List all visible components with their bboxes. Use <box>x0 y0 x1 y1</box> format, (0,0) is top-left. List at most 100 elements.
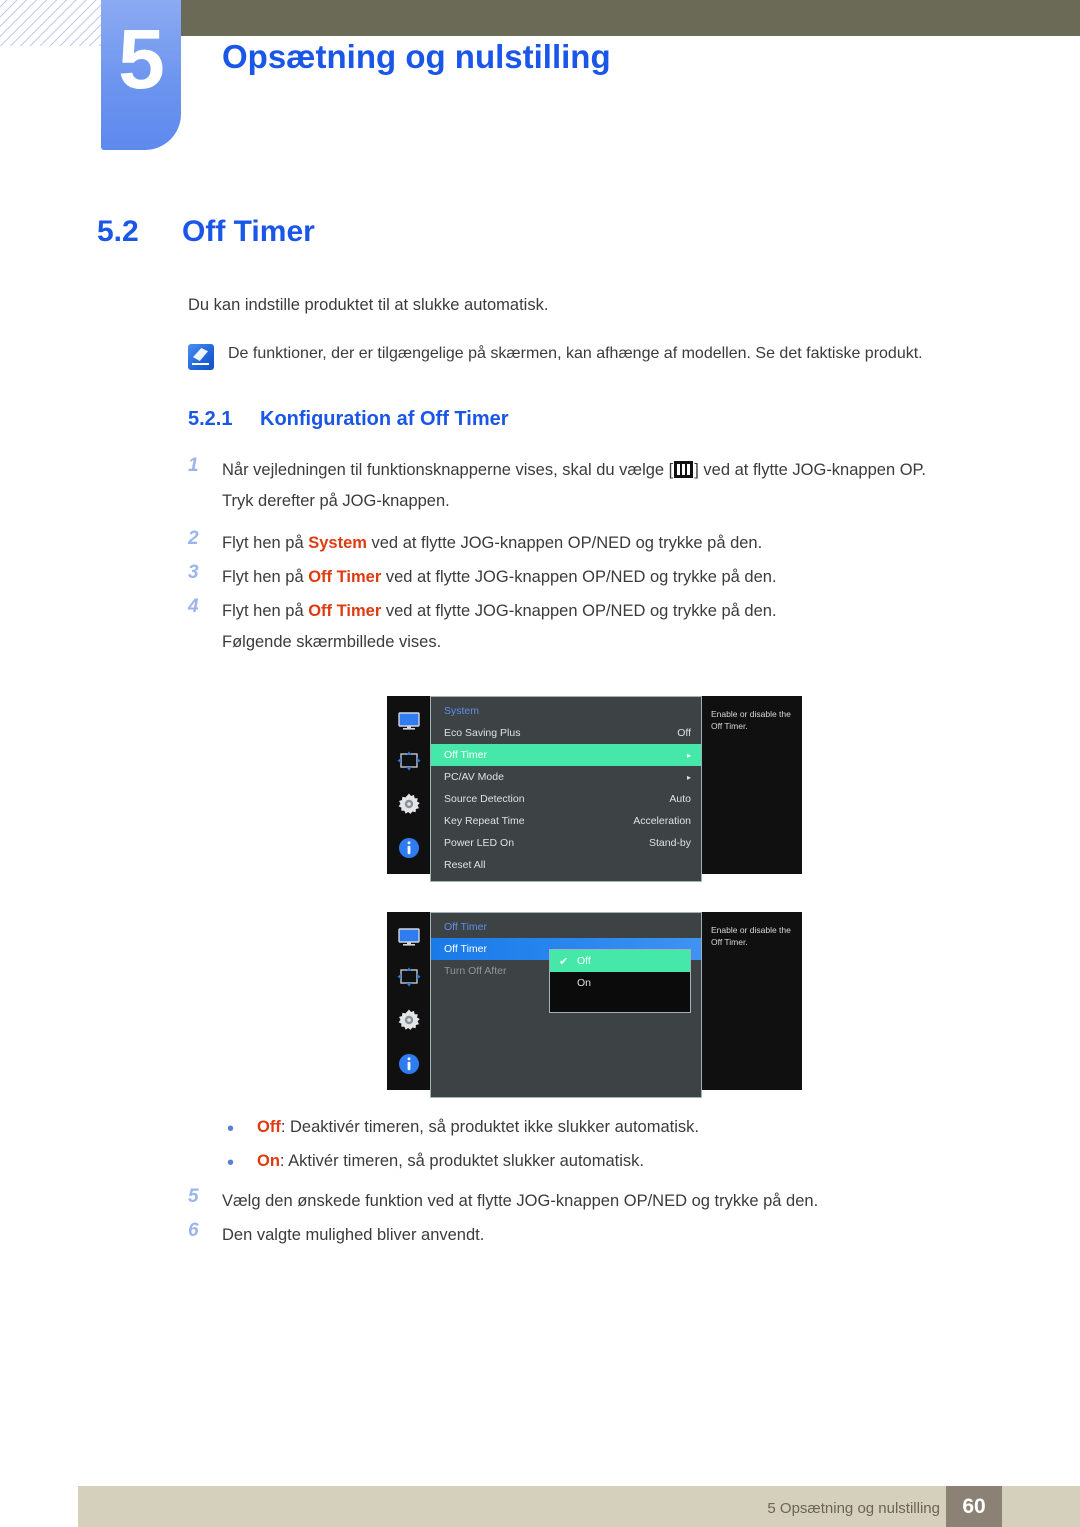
osd-help-panel: Enable or disable the Off Timer. <box>702 696 802 874</box>
osd-row-power-led-on[interactable]: Power LED On Stand-by <box>431 832 701 854</box>
step-text-part-b: ] ved at flytte JOG-knappen OP. <box>694 461 926 479</box>
step-item-2: 2 Flyt hen på System ved at flytte JOG-k… <box>188 528 1008 559</box>
step-text-part-a: Når vejledningen til funktionsknapperne … <box>222 461 674 479</box>
step-keyword: Off Timer <box>308 602 382 620</box>
osd-menu-panel: Off Timer Off Timer Turn Off After ✔ Off… <box>430 912 702 1098</box>
osd-row-reset-all[interactable]: Reset All <box>431 854 701 876</box>
osd-menu-title: Off Timer <box>444 921 487 933</box>
step-number: 5 <box>188 1186 199 1207</box>
osd-row-value: Off <box>677 727 691 739</box>
step-text: Den valgte mulighed bliver anvendt. <box>222 1226 485 1244</box>
osd-row-value: Acceleration <box>633 815 691 827</box>
bullet-keyword: Off <box>257 1118 281 1136</box>
screen-adjust-icon <box>397 967 421 992</box>
check-icon: ✔ <box>559 955 569 968</box>
osd-option-popup: ✔ Off On <box>549 949 691 1013</box>
info-icon <box>398 1053 420 1080</box>
osd-row-label: Source Detection <box>444 793 525 805</box>
step-text-part-b: ved at flytte JOG-knappen OP/NED og tryk… <box>381 602 777 620</box>
chapter-title: Opsætning og nulstilling <box>222 38 611 75</box>
step-item-3: 3 Flyt hen på Off Timer ved at flytte JO… <box>188 562 1008 593</box>
osd-row-label: Off Timer <box>444 943 487 955</box>
step-text: Flyt hen på Off Timer ved at flytte JOG-… <box>222 562 777 593</box>
step-text: Vælg den ønskede funktion ved at flytte … <box>222 1192 819 1210</box>
step-number: 3 <box>188 562 199 583</box>
menu-bars-icon <box>674 461 694 478</box>
chevron-right-icon: ▸ <box>686 772 691 782</box>
step-number: 6 <box>188 1220 199 1241</box>
osd-help-line1: Enable or disable the <box>711 925 791 935</box>
osd-icon-sidebar <box>387 912 430 1090</box>
osd-row-off-timer[interactable]: Off Timer ▸ <box>431 744 701 766</box>
osd-option-on[interactable]: On <box>550 972 690 994</box>
monitor-icon <box>397 928 420 951</box>
step-text-line2: Følgende skærmbillede vises. <box>222 632 442 651</box>
section-number: 5.2 <box>97 215 139 248</box>
note-text: De funktioner, der er tilgængelige på sk… <box>228 345 923 362</box>
osd-row-label: Reset All <box>444 859 486 871</box>
step-keyword: System <box>308 534 367 552</box>
footer-chapter-text: 5 Opsætning og nulstilling <box>767 1500 940 1517</box>
osd-option-off[interactable]: ✔ Off <box>550 950 690 972</box>
gear-icon <box>397 792 421 821</box>
osd-row-label: Power LED On <box>444 837 515 849</box>
step-keyword: Off Timer <box>308 568 382 586</box>
osd-icon-sidebar <box>387 696 430 874</box>
osd-help-line2: Off Timer. <box>711 937 748 948</box>
bullet-dot-icon: • <box>227 1118 235 1140</box>
bullet-description: : Aktivér timeren, så produktet slukker … <box>279 1152 644 1170</box>
step-text: Flyt hen på System ved at flytte JOG-kna… <box>222 528 762 559</box>
osd-row-label: PC/AV Mode <box>444 771 504 783</box>
osd-row-label: Eco Saving Plus <box>444 727 521 739</box>
osd-row-eco-saving-plus[interactable]: Eco Saving Plus Off <box>431 722 701 744</box>
monitor-icon <box>397 712 420 735</box>
subsection-number: 5.2.1 <box>188 408 233 430</box>
osd-help-line2: Off Timer. <box>711 721 748 732</box>
osd-screenshot-system: System Eco Saving Plus Off Off Timer ▸ P… <box>387 696 802 882</box>
bullet-dot-icon: • <box>227 1152 235 1174</box>
note-block: De funktioner, der er tilgængelige på sk… <box>188 343 988 370</box>
bullet-keyword: On <box>257 1152 280 1170</box>
bullet-item-on: • On: Aktivér timeren, så produktet sluk… <box>227 1152 1017 1174</box>
step-text: Når vejledningen til funktionsknapperne … <box>222 455 926 516</box>
step-text-part-a: Flyt hen på <box>222 602 309 620</box>
osd-row-pc-av-mode[interactable]: PC/AV Mode ▸ <box>431 766 701 788</box>
step-text-part-b: ved at flytte JOG-knappen OP/NED og tryk… <box>366 534 763 552</box>
note-icon <box>188 344 214 370</box>
osd-row-label: Off Timer <box>444 749 487 761</box>
osd-option-label: Off <box>577 955 591 967</box>
osd-row-label: Key Repeat Time <box>444 815 525 827</box>
step-text: Flyt hen på Off Timer ved at flytte JOG-… <box>222 596 777 657</box>
chevron-right-icon: ▸ <box>686 750 691 760</box>
osd-help-line1: Enable or disable the <box>711 709 791 719</box>
subsection-heading: 5.2.1 Konfiguration af Off Timer <box>188 408 509 431</box>
osd-row-value: Stand-by <box>648 837 691 849</box>
step-item-5: 5 Vælg den ønskede funktion ved at flytt… <box>188 1186 1008 1217</box>
bullet-text: Off: Deaktivér timeren, så produktet ikk… <box>257 1118 699 1137</box>
osd-row-key-repeat-time[interactable]: Key Repeat Time Acceleration <box>431 810 701 832</box>
subsection-title: Konfiguration af Off Timer <box>260 408 509 430</box>
chapter-number-badge: 5 <box>101 0 181 150</box>
osd-screenshot-off-timer: Off Timer Off Timer Turn Off After ✔ Off… <box>387 912 802 1098</box>
step-item-1: 1 Når vejledningen til funktionsknappern… <box>188 455 1008 516</box>
step-item-4: 4 Flyt hen på Off Timer ved at flytte JO… <box>188 596 1008 657</box>
footer-page-number: 60 <box>946 1486 1002 1527</box>
step-number: 2 <box>188 528 199 549</box>
osd-row-value: Auto <box>669 793 691 805</box>
step-number: 1 <box>188 455 199 476</box>
bullet-text: On: Aktivér timeren, så produktet slukke… <box>257 1152 644 1171</box>
osd-help-panel: Enable or disable the Off Timer. <box>702 912 802 1090</box>
osd-row-source-detection[interactable]: Source Detection Auto <box>431 788 701 810</box>
section-heading: 5.2 Off Timer <box>97 215 315 249</box>
step-item-6: 6 Den valgte mulighed bliver anvendt. <box>188 1220 1008 1251</box>
osd-menu-panel: System Eco Saving Plus Off Off Timer ▸ P… <box>430 696 702 882</box>
step-text-line2: Tryk derefter på JOG-knappen. <box>222 491 450 510</box>
info-icon <box>398 837 420 864</box>
osd-menu-title: System <box>444 705 480 717</box>
step-text-part-b: ved at flytte JOG-knappen OP/NED og tryk… <box>381 568 777 586</box>
header-olive-bar <box>120 0 1080 36</box>
step-text-part-a: Flyt hen på <box>222 568 309 586</box>
gear-icon <box>397 1008 421 1037</box>
section-title: Off Timer <box>182 215 315 248</box>
intro-paragraph: Du kan indstille produktet til at slukke… <box>188 296 549 314</box>
